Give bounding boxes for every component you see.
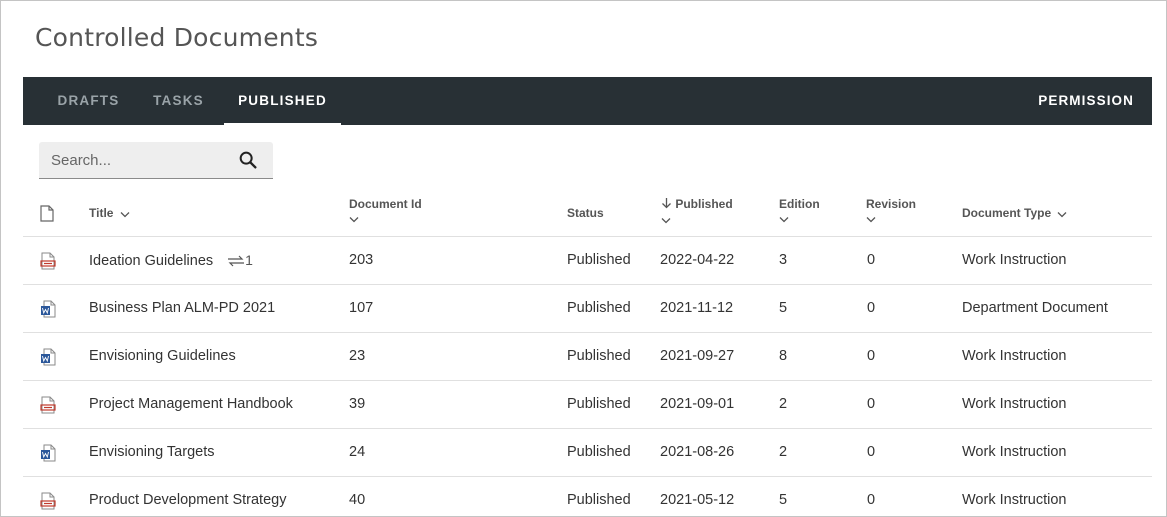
tab-bar: DRAFTS TASKS PUBLISHED PERMISSION [23,77,1152,125]
cell-status: Published [567,300,631,316]
cell-revision: 0 [867,396,876,412]
link-count: 1 [245,252,253,268]
cell-edition: 2 [779,396,788,412]
document-title[interactable]: Envisioning Targets [89,444,214,460]
page-title: Controlled Documents [35,23,319,52]
chevron-down-icon [120,207,130,221]
pdf-file-icon [40,396,56,414]
word-file-icon [40,300,56,318]
swap-icon [227,252,245,268]
cell-status: Published [567,348,631,364]
tab-published[interactable]: PUBLISHED [224,77,341,125]
table-row[interactable]: Envisioning Guidelines 23 Published 2021-09… [23,333,1152,381]
search-input[interactable] [39,142,229,178]
search-icon[interactable] [237,149,259,171]
tab-tasks[interactable]: TASKS [141,77,216,125]
cell-document-id: 39 [349,396,366,412]
column-header-document-id[interactable]: Document Id [349,197,422,226]
cell-document-type: Work Instruction [962,252,1067,268]
cell-edition: 5 [779,492,788,508]
column-header-document-type[interactable]: Document Type [962,206,1067,221]
cell-status: Published [567,492,631,508]
document-title[interactable]: Project Management Handbook [89,396,293,412]
table-row[interactable]: Business Plan ALM-PD 2021 107 Published 202… [23,285,1152,333]
cell-revision: 0 [867,300,876,316]
cell-status: Published [567,444,631,460]
cell-status: Published [567,252,631,268]
cell-document-type: Work Instruction [962,396,1067,412]
cell-title[interactable]: Business Plan ALM-PD 2021 [89,285,275,332]
cell-edition: 5 [779,300,788,316]
cell-document-id: 24 [349,444,366,460]
pdf-file-icon [40,492,56,510]
cell-document-type: Work Instruction [962,444,1067,460]
app-window: Controlled Documents DRAFTS TASKS PUBLIS… [0,0,1167,517]
cell-published: 2021-11-12 [660,300,734,316]
cell-published: 2021-08-26 [660,444,735,460]
column-header-revision[interactable]: Revision [866,197,916,226]
table-row[interactable]: Product Development Strategy 40 Published 2… [23,477,1152,516]
cell-title[interactable]: Product Development Strategy [89,477,286,516]
document-title[interactable]: Business Plan ALM-PD 2021 [89,300,275,316]
tab-drafts[interactable]: DRAFTS [45,77,132,125]
arrow-down-icon [661,197,672,212]
file-type-header-icon [40,205,54,227]
column-header-status[interactable]: Status [567,206,604,220]
word-file-icon [40,444,56,462]
search-box [39,142,273,179]
cell-document-id: 107 [349,300,374,316]
word-file-icon [40,348,56,366]
cell-edition: 8 [779,348,788,364]
cell-published: 2021-05-12 [660,492,735,508]
cell-revision: 0 [867,444,876,460]
column-header-edition[interactable]: Edition [779,197,820,226]
chevron-down-icon [866,212,876,226]
cell-document-type: Work Instruction [962,492,1067,508]
cell-title[interactable]: Envisioning Targets [89,429,214,476]
document-title[interactable]: Envisioning Guidelines [89,348,236,364]
permission-button[interactable]: PERMISSION [1038,77,1134,125]
document-title[interactable]: Product Development Strategy [89,492,286,508]
cell-published: 2021-09-01 [660,396,735,412]
table-body: Ideation Guidelines 1 203 Published 2022-04-… [23,237,1152,516]
table-header: Title Document Id Status Published Editi… [23,189,1152,237]
cell-document-type: Department Document [962,300,1108,316]
table-row[interactable]: Envisioning Targets 24 Published 2021-08-26… [23,429,1152,477]
cell-document-id: 23 [349,348,366,364]
table-row[interactable]: Ideation Guidelines 1 203 Published 2022-04-… [23,237,1152,285]
chevron-down-icon [779,212,789,226]
pdf-file-icon [40,252,56,270]
cell-title[interactable]: Project Management Handbook [89,381,293,428]
cell-edition: 2 [779,444,788,460]
cell-document-type: Work Instruction [962,348,1067,364]
cell-published: 2022-04-22 [660,252,735,268]
cell-edition: 3 [779,252,788,268]
cell-document-id: 203 [349,252,374,268]
cell-revision: 0 [867,348,876,364]
table-row[interactable]: Project Management Handbook 39 Published 20… [23,381,1152,429]
chevron-down-icon [661,213,671,227]
column-header-title[interactable]: Title [89,206,130,221]
cell-revision: 0 [867,252,876,268]
cell-document-id: 40 [349,492,366,508]
cell-title[interactable]: Ideation Guidelines 1 [89,237,253,284]
column-header-published[interactable]: Published [661,197,733,227]
cell-title[interactable]: Envisioning Guidelines [89,333,236,380]
chevron-down-icon [349,212,359,226]
documents-table: Title Document Id Status Published Editi… [23,189,1152,516]
document-title[interactable]: Ideation Guidelines [89,253,213,269]
chevron-down-icon [1057,207,1067,221]
cell-status: Published [567,396,631,412]
linked-documents-indicator[interactable]: 1 [227,237,253,284]
cell-published: 2021-09-27 [660,348,735,364]
cell-revision: 0 [867,492,876,508]
